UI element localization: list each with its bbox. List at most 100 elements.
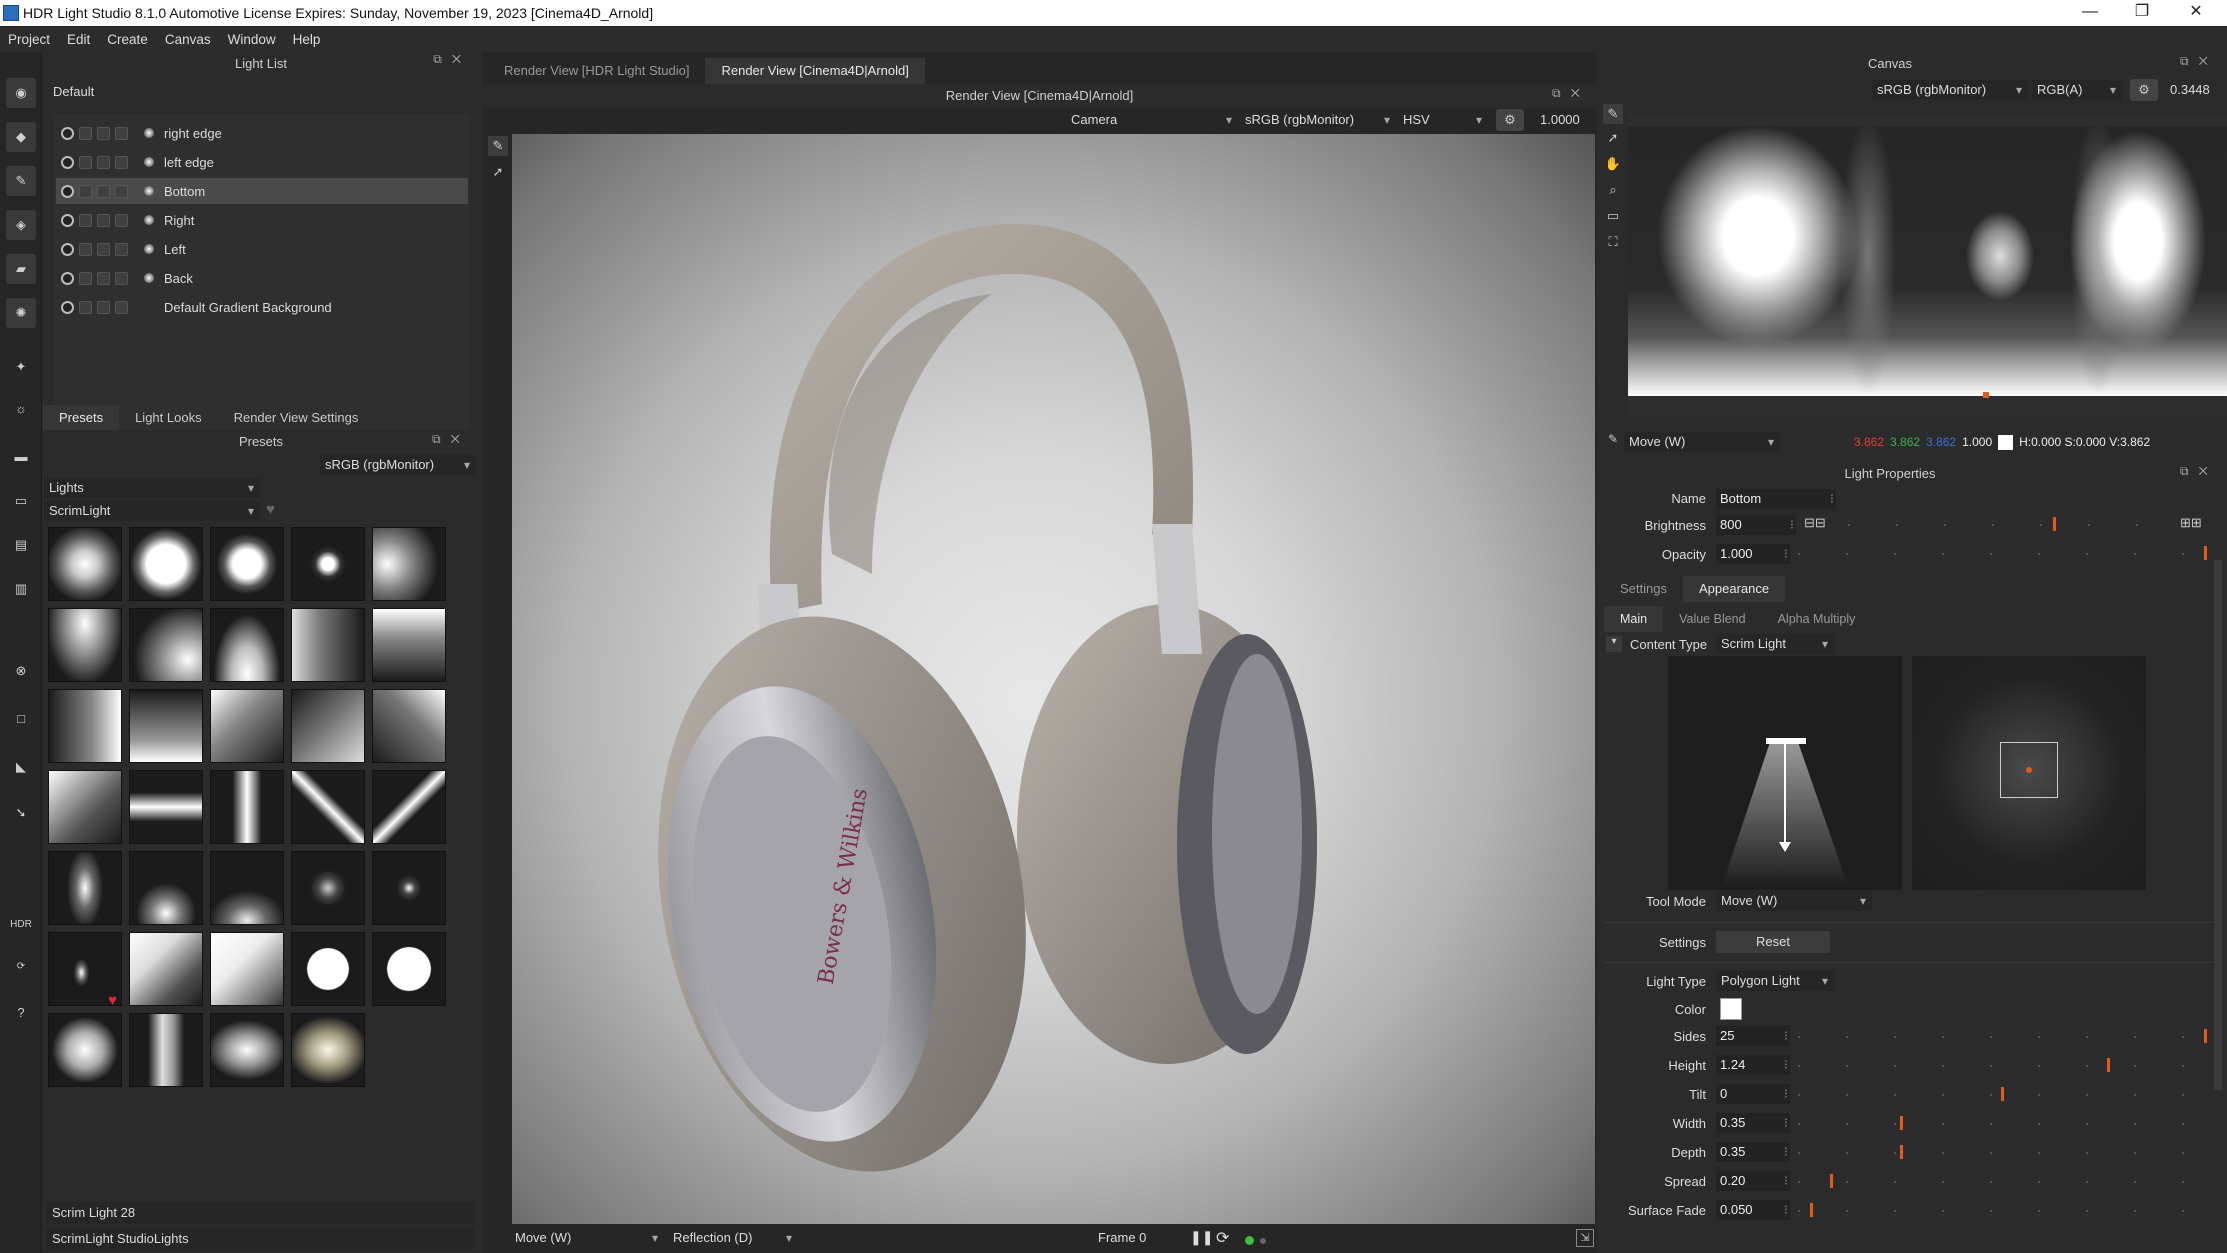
param-slider[interactable] xyxy=(1798,1036,2208,1038)
arrow-icon[interactable]: ➘ xyxy=(6,798,36,828)
square-icon[interactable]: □ xyxy=(6,704,36,734)
props-scrollbar[interactable] xyxy=(2214,560,2222,1090)
menu-project[interactable]: Project xyxy=(0,32,59,47)
tab-light-looks[interactable]: Light Looks xyxy=(119,405,218,431)
link-icon[interactable] xyxy=(115,272,128,285)
close-icon[interactable]: ✕ xyxy=(2170,0,2222,26)
menu-canvas[interactable]: Canvas xyxy=(157,32,220,47)
hdr-icon[interactable]: HDR xyxy=(6,910,36,940)
lock-icon[interactable] xyxy=(97,243,110,256)
preset-thumbnail[interactable] xyxy=(210,608,284,682)
brightness-add-icons[interactable]: ⊞⊞ xyxy=(2180,515,2202,531)
light-row[interactable]: Right xyxy=(56,207,468,233)
sun-icon[interactable]: ✺ xyxy=(6,298,36,328)
preset-thumbnail[interactable] xyxy=(291,608,365,682)
link-icon[interactable] xyxy=(115,243,128,256)
link-icon[interactable] xyxy=(115,156,128,169)
preset-thumbnail[interactable] xyxy=(291,1013,365,1087)
preset-thumbnail[interactable] xyxy=(291,527,365,601)
render-exposure-value[interactable]: 1.0000 xyxy=(1540,112,1580,127)
preset-thumbnail[interactable] xyxy=(372,770,446,844)
hdr-refresh-icon[interactable]: ⟳ xyxy=(6,952,36,982)
preset-thumbnail[interactable] xyxy=(291,770,365,844)
canvas-paint-icon[interactable]: ✎ xyxy=(1603,104,1623,124)
favorite-heart-icon[interactable]: ♥ xyxy=(108,992,117,1009)
param-slider-knob[interactable] xyxy=(2107,1058,2110,1072)
brightness-knob[interactable] xyxy=(2053,517,2056,531)
solo-icon[interactable] xyxy=(79,185,92,198)
visibility-eye-icon[interactable] xyxy=(61,301,74,314)
lock-icon[interactable] xyxy=(97,301,110,314)
pause-icon[interactable]: ❚❚ xyxy=(1190,1229,1213,1246)
light-row[interactable]: Back xyxy=(56,265,468,291)
pointer-icon[interactable]: ◣ xyxy=(6,752,36,782)
preset-thumbnail[interactable] xyxy=(129,608,203,682)
param-slider-knob[interactable] xyxy=(2204,1029,2207,1043)
link-icon[interactable] xyxy=(115,214,128,227)
tab-appearance[interactable]: Appearance xyxy=(1683,576,1785,602)
canvas-panel-buttons[interactable]: ⧉✕ xyxy=(2180,54,2218,69)
preset-thumbnail[interactable] xyxy=(129,1013,203,1087)
param-slider-knob[interactable] xyxy=(1810,1203,1813,1217)
help-icon[interactable]: ? xyxy=(6,998,36,1028)
preset-thumbnail[interactable] xyxy=(48,851,122,925)
ruler-icon[interactable]: ▰ xyxy=(6,254,36,284)
render-colorspace-dropdown[interactable]: sRGB (rgbMonitor) xyxy=(1240,110,1396,130)
menu-window[interactable]: Window xyxy=(220,32,285,47)
visibility-eye-icon[interactable] xyxy=(61,243,74,256)
preset-thumbnail[interactable] xyxy=(372,851,446,925)
select-icon[interactable]: ➚ xyxy=(488,162,508,182)
preset-thumbnail[interactable] xyxy=(210,689,284,763)
light-row[interactable]: Default Gradient Background xyxy=(56,294,468,320)
lock-icon[interactable] xyxy=(97,214,110,227)
presets-category-dropdown[interactable]: Lights xyxy=(44,478,260,498)
solo-icon[interactable] xyxy=(79,156,92,169)
solo-icon[interactable] xyxy=(79,272,92,285)
light-row[interactable]: Left xyxy=(56,236,468,262)
camera-dropdown[interactable]: Camera xyxy=(1066,110,1238,130)
exposure-icon[interactable]: ⚙ xyxy=(1496,109,1524,131)
preset-thumbnail[interactable] xyxy=(48,689,122,763)
visibility-eye-icon[interactable] xyxy=(61,214,74,227)
preset-thumbnail[interactable] xyxy=(129,689,203,763)
preset-thumbnail[interactable] xyxy=(291,689,365,763)
render-reflection-dropdown[interactable]: Reflection (D) xyxy=(668,1228,798,1248)
param-slider-knob[interactable] xyxy=(1900,1145,1903,1159)
canvas-hand-icon[interactable]: ✋ xyxy=(1603,156,1623,176)
strip-light-icon[interactable]: ▬ xyxy=(6,442,36,472)
content-type-icon[interactable]: ▾ xyxy=(1606,636,1622,652)
brightness-slider[interactable] xyxy=(1848,524,2178,526)
tab-render-view-c4d[interactable]: Render View [Cinema4D|Arnold] xyxy=(705,58,924,84)
refresh-icon[interactable]: ⟳ xyxy=(1216,1228,1229,1248)
param-slider[interactable] xyxy=(1798,1152,2208,1154)
lock-icon[interactable] xyxy=(97,185,110,198)
light-row[interactable]: Bottom xyxy=(56,178,468,204)
preset-thumbnail[interactable] xyxy=(129,770,203,844)
canvas-fit-icon[interactable]: ⛶ xyxy=(1603,234,1623,254)
canvas-exposure-icon[interactable]: ⚙ xyxy=(2130,79,2158,101)
visibility-eye-icon[interactable] xyxy=(61,127,74,140)
preset-thumbnail[interactable] xyxy=(129,851,203,925)
visibility-eye-icon[interactable] xyxy=(61,156,74,169)
tab-render-view-settings[interactable]: Render View Settings xyxy=(218,405,375,431)
preset-thumbnail[interactable] xyxy=(48,1013,122,1087)
preset-thumbnail[interactable] xyxy=(210,527,284,601)
brightness-field[interactable]: 800 xyxy=(1716,515,1796,535)
param-field[interactable]: 1.24 xyxy=(1716,1055,1790,1075)
fit-view-icon[interactable]: ⇲ xyxy=(1576,1229,1594,1247)
param-field[interactable]: 0.35 xyxy=(1716,1113,1790,1133)
canvas-tool-dropdown[interactable]: Move (W) xyxy=(1624,432,1780,452)
panel-icon[interactable]: ▤ xyxy=(6,530,36,560)
minimize-icon[interactable]: — xyxy=(2064,0,2116,26)
light-icon[interactable]: ☼ xyxy=(6,394,36,424)
canvas-viewport[interactable] xyxy=(1628,116,2227,416)
solo-icon[interactable] xyxy=(79,301,92,314)
param-field[interactable]: 0.20 xyxy=(1716,1171,1790,1191)
lock-icon[interactable] xyxy=(97,127,110,140)
param-field[interactable]: 25 xyxy=(1716,1026,1790,1046)
fill-icon[interactable]: ◈ xyxy=(6,210,36,240)
link-icon[interactable] xyxy=(115,127,128,140)
render-tool-dropdown[interactable]: Move (W) xyxy=(510,1228,664,1248)
lock-icon[interactable] xyxy=(97,272,110,285)
content-type-dropdown[interactable]: Scrim Light xyxy=(1716,634,1834,654)
